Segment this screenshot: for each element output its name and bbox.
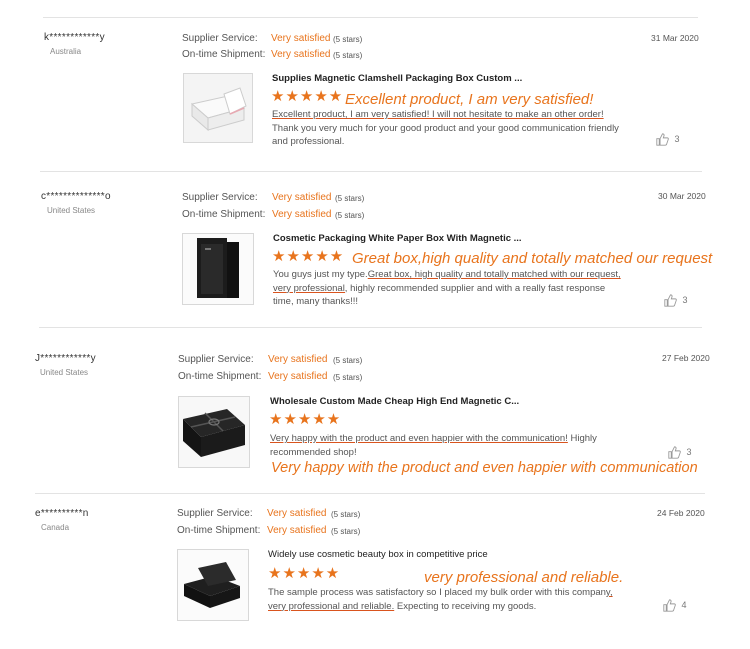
thumbs-up-icon	[656, 133, 669, 146]
thumbs-up-icon	[668, 446, 681, 459]
shipment-label: On-time Shipment:	[177, 525, 261, 536]
supplier-service-stars: (5 stars)	[333, 35, 363, 44]
rating-stars: ★★★★★	[268, 565, 341, 582]
supplier-service-label: Supplier Service:	[177, 508, 253, 519]
review-date: 24 Feb 2020	[657, 508, 705, 518]
product-title[interactable]: Cosmetic Packaging White Paper Box With …	[273, 233, 522, 244]
supplier-service-value: Very satisfied	[267, 508, 327, 519]
review-callout: Excellent product, I am very satisfied!	[345, 91, 594, 108]
supplier-service-stars: (5 stars)	[333, 356, 363, 365]
shipment-stars: (5 stars)	[331, 527, 361, 536]
shipment-stars: (5 stars)	[333, 51, 363, 60]
review-divider	[39, 327, 702, 328]
shipment-stars: (5 stars)	[335, 211, 365, 220]
supplier-service-label: Supplier Service:	[178, 354, 254, 365]
thumbs-up-icon	[663, 599, 676, 612]
shipment-value: Very satisfied	[268, 371, 328, 382]
review-divider	[40, 171, 702, 172]
like-count: 3	[686, 446, 692, 457]
review-callout: Great box,high quality and totally match…	[352, 250, 713, 267]
reviewer-country: Australia	[50, 47, 82, 56]
like-button[interactable]: 4	[663, 599, 687, 612]
product-thumbnail[interactable]	[177, 549, 249, 621]
like-count: 3	[674, 133, 680, 144]
review-text-prefix: The sample process was satisfactory so I…	[268, 587, 606, 598]
review-text: You guys just my type.Great box, high qu…	[273, 268, 623, 309]
supplier-service-stars: (5 stars)	[335, 194, 365, 203]
white-box-image	[190, 87, 247, 132]
product-thumbnail[interactable]	[183, 73, 253, 143]
reviewer-country: Canada	[41, 523, 70, 532]
review-date: 30 Mar 2020	[658, 191, 706, 201]
like-count: 4	[681, 599, 687, 610]
reviewer-country: United States	[47, 206, 96, 215]
thumbs-up-icon	[664, 294, 677, 307]
supplier-service-value: Very satisfied	[271, 33, 331, 44]
review-text-highlight: Very happy with the product and even hap…	[270, 433, 568, 444]
shipment-label: On-time Shipment:	[182, 209, 266, 220]
ribbon-box-image	[183, 409, 245, 457]
product-thumbnail[interactable]	[182, 233, 254, 305]
like-button[interactable]: 3	[664, 294, 688, 307]
supplier-service-stars: (5 stars)	[331, 510, 361, 519]
review-text: The sample process was satisfactory so I…	[268, 586, 633, 613]
black-box-image	[184, 562, 240, 608]
reviewer-name: e**********n	[35, 508, 89, 519]
rating-stars: ★★★★★	[269, 411, 342, 428]
supplier-service-label: Supplier Service:	[182, 33, 258, 44]
reviewer-name: k************y	[44, 32, 105, 43]
like-button[interactable]: 3	[668, 446, 692, 459]
review-callout: very professional and reliable.	[424, 569, 624, 586]
reviewer-country: United States	[40, 368, 89, 377]
product-title[interactable]: Supplies Magnetic Clamshell Packaging Bo…	[272, 73, 522, 84]
supplier-service-value: Very satisfied	[272, 192, 332, 203]
review-text-rest: Expecting to receiving my goods.	[394, 600, 537, 612]
shipment-value: Very satisfied	[271, 49, 331, 60]
supplier-service-label: Supplier Service:	[182, 192, 258, 203]
top-divider	[43, 17, 698, 18]
reviewer-name: J************y	[35, 353, 96, 364]
like-button[interactable]: 3	[656, 133, 680, 146]
shipment-label: On-time Shipment:	[182, 49, 266, 60]
rating-stars: ★★★★★	[271, 88, 344, 105]
review-text: Very happy with the product and even hap…	[270, 432, 630, 459]
review-divider	[35, 493, 705, 494]
like-count: 3	[682, 294, 688, 305]
review-callout: Very happy with the product and even hap…	[271, 460, 698, 476]
shipment-stars: (5 stars)	[333, 373, 363, 382]
supplier-service-value: Very satisfied	[268, 354, 328, 365]
review-date: 31 Mar 2020	[651, 33, 699, 43]
review-text-prefix: You guys just my type.	[273, 269, 368, 280]
product-title[interactable]: Wholesale Custom Made Cheap High End Mag…	[270, 396, 519, 407]
product-title[interactable]: Widely use cosmetic beauty box in compet…	[268, 549, 488, 560]
shipment-value: Very satisfied	[272, 209, 332, 220]
reviewer-name: c**************o	[41, 191, 111, 202]
rating-stars: ★★★★★	[272, 248, 345, 265]
review-date: 27 Feb 2020	[662, 353, 710, 363]
product-thumbnail[interactable]	[178, 396, 250, 468]
review-text-rest: Thank you very much for your good produc…	[272, 122, 619, 148]
shipment-value: Very satisfied	[267, 525, 327, 536]
shipment-label: On-time Shipment:	[178, 371, 262, 382]
black-box-image	[197, 238, 239, 298]
review-text: Excellent product, I am very satisfied! …	[272, 108, 622, 149]
review-text-highlight: Excellent product, I am very satisfied! …	[272, 109, 604, 120]
